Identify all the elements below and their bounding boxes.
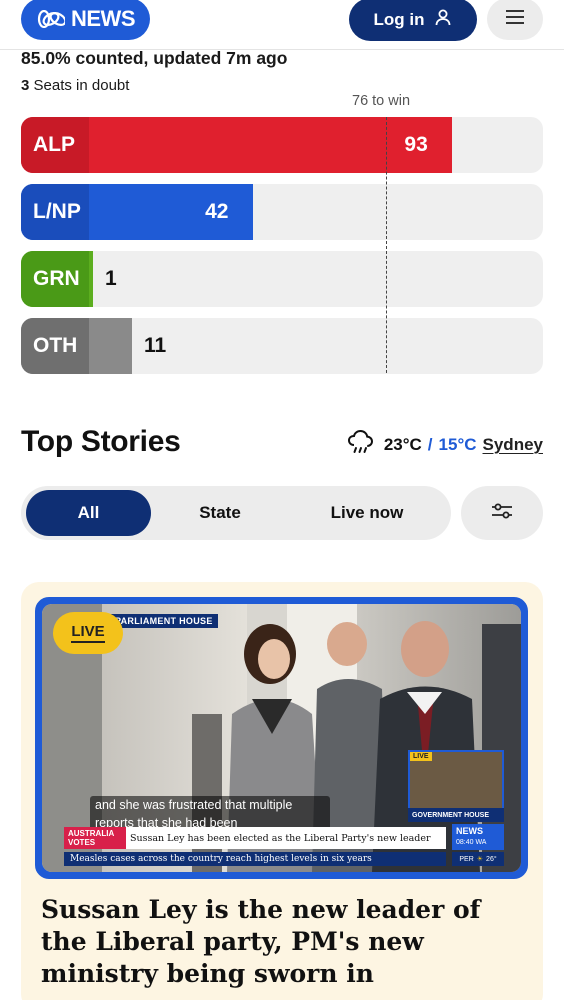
weather-bug: PER ☀ 26° xyxy=(452,852,504,866)
story-filter-tabs: All State Live now xyxy=(21,486,451,540)
abc-logo-icon xyxy=(37,10,65,28)
party-bar-grn[interactable]: GRN 1 xyxy=(21,251,543,307)
ticker-tag: AUSTRALIA VOTES xyxy=(64,827,126,849)
pip-live-tag: LIVE xyxy=(410,752,432,761)
site-header: NEWS Log in xyxy=(0,0,564,50)
party-code: L/NP xyxy=(21,184,89,240)
weather-bug-city: PER xyxy=(459,855,474,863)
bug-time: 08:40 WA xyxy=(456,839,487,846)
tab-live-now[interactable]: Live now xyxy=(301,490,433,536)
weather-widget[interactable]: 23°C / 15°C Sydney xyxy=(346,429,543,459)
party-bar-oth[interactable]: OTH 11 xyxy=(21,318,543,374)
seats-in-doubt-label: Seats in doubt xyxy=(33,77,130,94)
weather-bug-temp: 26° xyxy=(486,855,497,863)
user-icon xyxy=(434,8,452,31)
login-button[interactable]: Log in xyxy=(349,0,477,41)
news-ticker: AUSTRALIA VOTES Sussan Ley has been elec… xyxy=(64,827,446,849)
win-threshold-line xyxy=(386,117,387,373)
tab-all[interactable]: All xyxy=(26,490,151,536)
sun-icon: ☀ xyxy=(476,856,484,863)
party-code: ALP xyxy=(21,117,89,173)
party-code: OTH xyxy=(21,318,89,374)
story-headline[interactable]: Sussan Ley is the new leader of the Libe… xyxy=(41,894,531,990)
sliders-icon xyxy=(491,503,513,524)
hamburger-icon xyxy=(506,9,524,29)
menu-button[interactable] xyxy=(487,0,543,40)
filter-settings-button[interactable] xyxy=(461,486,543,540)
cloud-rain-icon xyxy=(346,429,378,459)
party-code: GRN xyxy=(21,251,89,307)
seat-results-chart[interactable]: ALP 93 L/NP 42 GRN 1 OTH 11 xyxy=(21,117,543,385)
low-temp: 15°C xyxy=(438,434,477,454)
tab-state[interactable]: State xyxy=(161,490,279,536)
party-seats: 42 xyxy=(205,200,229,223)
section-title: Top Stories xyxy=(21,425,181,458)
pip-label: GOVERNMENT HOUSE xyxy=(408,808,504,822)
abc-news-logo[interactable]: NEWS xyxy=(21,0,150,40)
party-seats: 11 xyxy=(143,334,167,357)
party-bar-lnp[interactable]: L/NP 42 xyxy=(21,184,543,240)
party-seats: 1 xyxy=(105,267,117,290)
abc-news-bug: NEWS 08:40 WA xyxy=(452,824,504,850)
counted-status: 85.0% counted, updated 7m ago xyxy=(21,48,288,68)
ticker-text: Sussan Ley has been elected as the Liber… xyxy=(130,832,431,844)
live-badge: LIVE xyxy=(53,612,123,654)
logo-text: NEWS xyxy=(71,6,136,31)
login-label: Log in xyxy=(373,9,425,29)
party-bar-alp[interactable]: ALP 93 xyxy=(21,117,543,173)
party-seats: 93 xyxy=(404,133,428,156)
live-label: LIVE xyxy=(71,623,105,643)
bug-text: NEWS xyxy=(456,826,483,836)
location-tag: PARLIAMENT HOUSE xyxy=(110,614,218,628)
seats-in-doubt-count: 3 xyxy=(21,77,30,94)
current-temp: 23°C xyxy=(383,434,422,454)
weather-city[interactable]: Sydney xyxy=(483,435,543,455)
to-win-label: 76 to win xyxy=(352,93,411,109)
seats-in-doubt: 3 Seats in doubt xyxy=(21,77,129,94)
temp-separator: / xyxy=(427,434,433,454)
news-crawl: Measles cases across the country reach h… xyxy=(64,852,446,866)
